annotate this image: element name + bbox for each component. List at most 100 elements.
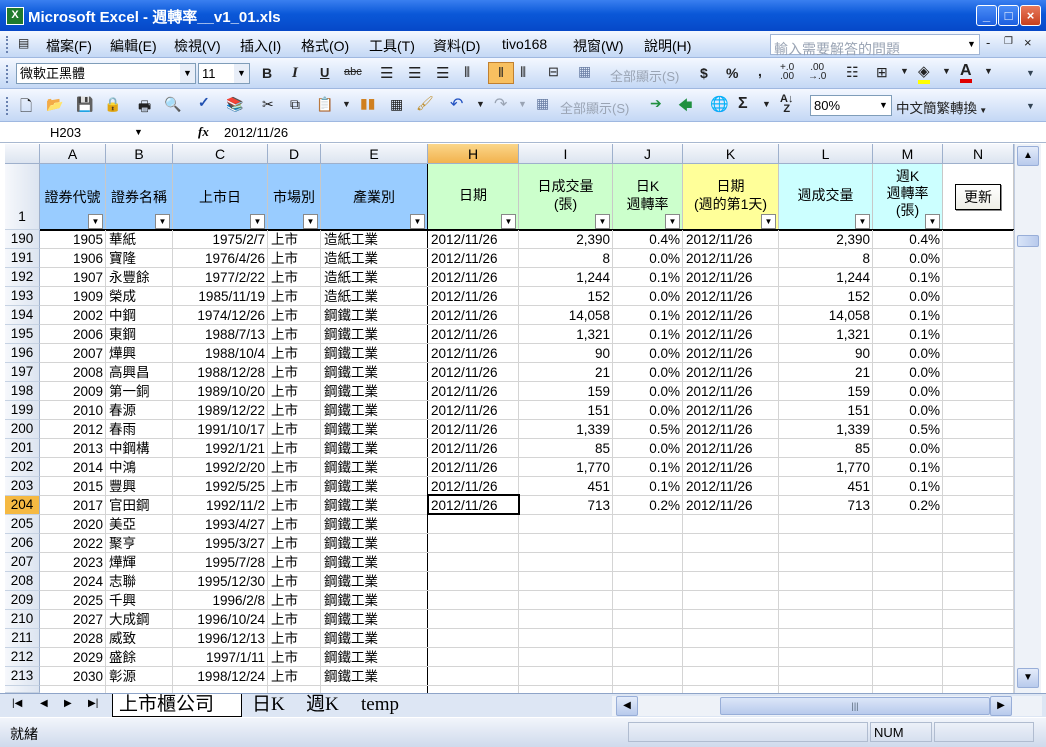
cell-listing-date[interactable]: 1975/2/7: [173, 230, 268, 249]
cell-week-date[interactable]: 2012/11/26: [683, 268, 779, 287]
cell-market[interactable]: 上市: [268, 496, 321, 515]
cell-listing-date[interactable]: 1995/7/28: [173, 553, 268, 572]
cell-daily-turnover[interactable]: 0.0%: [613, 401, 683, 420]
menu-help[interactable]: 說明(H): [644, 36, 691, 56]
research-icon[interactable]: 📚: [226, 96, 243, 113]
distributed-alt-icon[interactable]: ⦀: [520, 64, 526, 81]
cell-name[interactable]: 豐興: [106, 477, 173, 496]
menu-file[interactable]: 檔案(F): [46, 36, 92, 56]
toolbar-grip-icon[interactable]: [6, 97, 11, 115]
prev-sheet-icon[interactable]: ◀: [40, 698, 48, 709]
chevron-down-icon[interactable]: ▼: [476, 99, 485, 109]
font-color-icon[interactable]: A: [960, 62, 972, 83]
cell-name[interactable]: 燁輝: [106, 553, 173, 572]
cell-listing-date[interactable]: 1974/12/26: [173, 306, 268, 325]
cell-industry[interactable]: 鋼鐵工業: [321, 325, 428, 344]
hyperlink-icon[interactable]: 🌐: [710, 95, 729, 113]
cell-name[interactable]: 華紙: [106, 230, 173, 249]
cell-weekly-volume[interactable]: 1,321: [779, 325, 873, 344]
chinese-conversion-button[interactable]: 中文簡繁轉換 ▼: [896, 97, 987, 117]
cell-code[interactable]: 2010: [40, 401, 106, 420]
cell-weekly-volume[interactable]: 713: [779, 496, 873, 515]
cell-name[interactable]: 高興昌: [106, 363, 173, 382]
autofilter-dropdown-icon[interactable]: ▼: [855, 214, 870, 229]
help-question-box[interactable]: 輸入需要解答的問題 ▼: [770, 34, 980, 57]
cell-week-date[interactable]: 2012/11/26: [683, 325, 779, 344]
spelling-icon[interactable]: ✓: [198, 94, 210, 111]
header-cell-market[interactable]: 市場別 ▼: [268, 164, 321, 230]
redo-icon[interactable]: ↷: [494, 94, 507, 114]
cell-daily-turnover[interactable]: 0.0%: [613, 287, 683, 306]
cell-industry[interactable]: 鋼鐵工業: [321, 572, 428, 591]
cell-market[interactable]: 上市: [268, 344, 321, 363]
cell-listing-date[interactable]: 1988/10/4: [173, 344, 268, 363]
cut-icon[interactable]: ✂: [262, 96, 274, 113]
cell-industry[interactable]: 鋼鐵工業: [321, 515, 428, 534]
cell-market[interactable]: 上市: [268, 363, 321, 382]
vertical-scroll-thumb[interactable]: [1017, 235, 1039, 247]
row-header[interactable]: 212: [5, 648, 40, 667]
col-header-c[interactable]: C: [173, 144, 268, 164]
doc-restore-icon[interactable]: ❐: [1004, 36, 1013, 47]
cell-name[interactable]: 春雨: [106, 420, 173, 439]
cell-listing-date[interactable]: 1988/12/28: [173, 363, 268, 382]
cell-daily-turnover[interactable]: 0.1%: [613, 268, 683, 287]
autofilter-dropdown-icon[interactable]: ▼: [88, 214, 103, 229]
cell-name[interactable]: 中鋼: [106, 306, 173, 325]
cell-name[interactable]: 千興: [106, 591, 173, 610]
cell-name[interactable]: 燁興: [106, 344, 173, 363]
first-sheet-icon[interactable]: |◀: [12, 698, 22, 709]
cell-weekly-volume[interactable]: 90: [779, 344, 873, 363]
autofilter-dropdown-icon[interactable]: ▼: [410, 214, 425, 229]
col-header-j[interactable]: J: [613, 144, 683, 164]
workbook-icon[interactable]: ▤: [18, 36, 29, 50]
cell-industry[interactable]: 鋼鐵工業: [321, 610, 428, 629]
cell-week-date[interactable]: 2012/11/26: [683, 458, 779, 477]
cell-listing-date[interactable]: 1996/2/8: [173, 591, 268, 610]
cell-market[interactable]: 上市: [268, 553, 321, 572]
autofilter-dropdown-icon[interactable]: ▼: [761, 214, 776, 229]
cell-name[interactable]: 大成鋼: [106, 610, 173, 629]
sheet-tab-listed-companies[interactable]: 上市櫃公司: [112, 694, 242, 717]
cell-week-date[interactable]: 2012/11/26: [683, 420, 779, 439]
arrow-right-icon[interactable]: ➔: [650, 95, 662, 112]
sort-ascending-icon[interactable]: A↓ Z: [780, 94, 793, 115]
autosum-icon[interactable]: Σ: [738, 95, 748, 113]
cell-listing-date[interactable]: 1992/11/2: [173, 496, 268, 515]
chevron-down-icon[interactable]: ▼: [180, 64, 195, 83]
menu-tools[interactable]: 工具(T): [369, 36, 415, 56]
cell-market[interactable]: 上市: [268, 534, 321, 553]
cell-market[interactable]: 上市: [268, 420, 321, 439]
chevron-down-icon[interactable]: ▼: [134, 127, 143, 137]
header-cell-daily-volume[interactable]: 日成交量 (張) ▼: [519, 164, 613, 230]
cell-weekly-turnover[interactable]: 0.1%: [873, 458, 943, 477]
cell-name[interactable]: 中鴻: [106, 458, 173, 477]
last-sheet-icon[interactable]: ▶|: [88, 698, 98, 709]
header-cell-daily-turnover[interactable]: 日K 週轉率 ▼: [613, 164, 683, 230]
cell-name[interactable]: 永豐餘: [106, 268, 173, 287]
show-all-standard[interactable]: 全部顯示(S): [560, 98, 629, 117]
cell-market[interactable]: 上市: [268, 287, 321, 306]
col-header-n[interactable]: N: [943, 144, 1014, 164]
cell-market[interactable]: 上市: [268, 382, 321, 401]
align-left-icon[interactable]: ☰: [380, 64, 393, 82]
cell-name[interactable]: 威致: [106, 629, 173, 648]
cell-listing-date[interactable]: 1998/12/24: [173, 667, 268, 686]
select-all-corner[interactable]: [5, 144, 40, 164]
cell-weekly-turnover[interactable]: 0.1%: [873, 325, 943, 344]
cell-daily-volume[interactable]: 2,390: [519, 230, 613, 249]
grid-icon[interactable]: ▦: [390, 96, 403, 113]
cell-date[interactable]: 2012/11/26: [428, 344, 519, 363]
cell-name[interactable]: 美亞: [106, 515, 173, 534]
row-header[interactable]: 195: [5, 325, 40, 344]
cell-date[interactable]: 2012/11/26: [428, 306, 519, 325]
cell-daily-volume[interactable]: 1,770: [519, 458, 613, 477]
cell-date[interactable]: 2012/11/26: [428, 382, 519, 401]
col-header-b[interactable]: B: [106, 144, 173, 164]
cell-code[interactable]: 1905: [40, 230, 106, 249]
cell-code[interactable]: 1909: [40, 287, 106, 306]
cell-name[interactable]: 寶隆: [106, 249, 173, 268]
cell-weekly-turnover[interactable]: 0.2%: [873, 496, 943, 515]
menu-tivo168[interactable]: tivo168: [502, 36, 547, 52]
cell-daily-volume[interactable]: 713: [519, 496, 613, 515]
